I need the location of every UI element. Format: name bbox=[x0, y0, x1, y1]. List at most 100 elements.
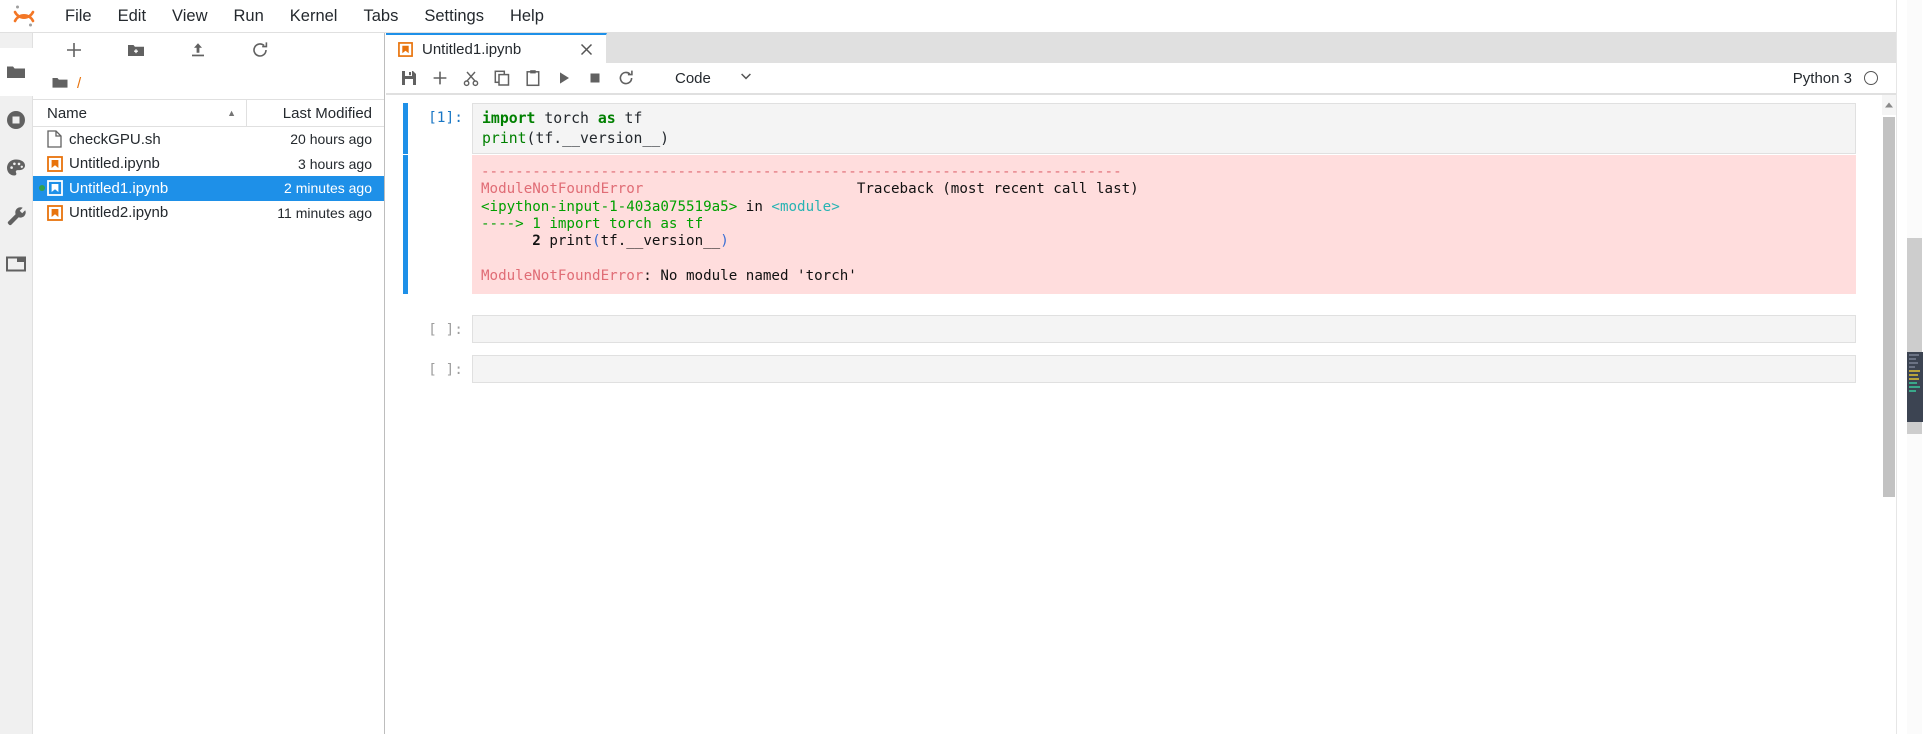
stop-button[interactable] bbox=[579, 65, 610, 92]
file-browser-panel: / Name ▲ Last Modified checkGPU.sh 20 ho… bbox=[33, 33, 385, 734]
code-editor[interactable] bbox=[472, 355, 1856, 384]
notebook-cell[interactable]: [ ]: bbox=[386, 355, 1896, 384]
sidebar-item-extensions[interactable] bbox=[0, 144, 33, 192]
cell-type-select[interactable]: Code bbox=[665, 66, 761, 91]
traceback-header: Traceback (most recent call last) bbox=[856, 181, 1139, 198]
file-modified: 20 hours ago bbox=[290, 131, 372, 148]
cell-body bbox=[472, 355, 1856, 384]
list-item-selected[interactable]: Untitled1.ipynb 2 minutes ago bbox=[33, 176, 384, 201]
file-name: Untitled2.ipynb bbox=[69, 204, 169, 222]
traceback-paren-close: ) bbox=[720, 233, 729, 250]
breadcrumb-path: / bbox=[77, 74, 82, 92]
column-header-name[interactable]: Name ▲ bbox=[33, 100, 247, 126]
sidebar-item-open-tabs[interactable] bbox=[0, 240, 33, 288]
notebook-cell[interactable]: [1]: import torch as tf print(tf.__versi… bbox=[386, 103, 1896, 154]
kernel-name-label[interactable]: Python 3 bbox=[1793, 70, 1852, 87]
scroll-up-arrow-icon[interactable] bbox=[1882, 95, 1896, 115]
cell-prompt: [ ]: bbox=[428, 322, 463, 339]
scissors-icon bbox=[463, 71, 478, 87]
upload-button[interactable] bbox=[167, 35, 229, 65]
traceback-function-print: print bbox=[549, 233, 593, 250]
sidebar-item-running[interactable] bbox=[0, 96, 33, 144]
minimap[interactable] bbox=[1907, 352, 1923, 422]
insert-cell-button[interactable] bbox=[424, 65, 455, 92]
tab-untitled1-notebook[interactable]: Untitled1.ipynb bbox=[386, 33, 607, 63]
plus-icon bbox=[67, 43, 81, 57]
menu-item-file[interactable]: File bbox=[52, 3, 105, 30]
save-icon bbox=[401, 71, 416, 85]
file-name: checkGPU.sh bbox=[69, 130, 161, 148]
notebook-cell-output-wrap: ----------------------------------------… bbox=[386, 155, 1896, 295]
list-item[interactable]: Untitled2.ipynb 11 minutes ago bbox=[33, 201, 384, 226]
menu-item-tabs[interactable]: Tabs bbox=[350, 3, 411, 30]
cell-output-body: ----------------------------------------… bbox=[472, 155, 1856, 295]
refresh-button[interactable] bbox=[229, 35, 291, 65]
refresh-icon bbox=[253, 42, 268, 57]
close-icon[interactable] bbox=[576, 39, 596, 59]
code-text: torch bbox=[535, 110, 598, 127]
traceback-separator: ----------------------------------------… bbox=[481, 164, 1122, 180]
traceback-in: in bbox=[737, 198, 772, 215]
new-folder-icon bbox=[128, 45, 144, 56]
scrollbar-thumb[interactable] bbox=[1883, 117, 1895, 497]
menu-item-kernel[interactable]: Kernel bbox=[277, 3, 351, 30]
traceback-keyword-as: as bbox=[660, 215, 678, 232]
traceback-lineno-1: 1 bbox=[532, 215, 550, 232]
restart-kernel-button[interactable] bbox=[610, 65, 641, 92]
traceback-text: torch bbox=[600, 215, 661, 232]
column-header-name-label: Name bbox=[47, 104, 88, 122]
code-editor[interactable]: import torch as tf print(tf.__version__) bbox=[472, 103, 1856, 154]
kernel-idle-circle-icon[interactable] bbox=[1864, 71, 1878, 85]
notebook-icon bbox=[47, 155, 69, 172]
code-text: tf bbox=[615, 110, 643, 127]
error-message-text: : No module named 'torch' bbox=[643, 267, 857, 284]
new-launcher-button[interactable] bbox=[43, 35, 105, 65]
code-editor[interactable] bbox=[472, 315, 1856, 344]
traceback-arg: tf.__version__ bbox=[600, 233, 721, 250]
traceback-keyword-import: import bbox=[549, 215, 601, 232]
file-name: Untitled1.ipynb bbox=[69, 179, 169, 197]
output-prompt bbox=[408, 155, 472, 294]
notebook-toolbar: Code Python 3 bbox=[386, 63, 1896, 94]
activity-bar bbox=[0, 33, 33, 734]
copy-button[interactable] bbox=[486, 65, 517, 92]
main-area: Untitled1.ipynb Code Python 3 [1]: impor… bbox=[386, 33, 1896, 734]
traceback-lineno-2: 2 bbox=[481, 233, 550, 250]
menu-item-list: File Edit View Run Kernel Tabs Settings … bbox=[52, 3, 557, 30]
column-header-last-modified[interactable]: Last Modified bbox=[247, 100, 384, 126]
notebook-vertical-scrollbar[interactable] bbox=[1882, 95, 1896, 734]
folder-icon bbox=[7, 66, 25, 78]
sidebar-item-property-inspector[interactable] bbox=[0, 192, 33, 240]
sidebar-item-file-browser[interactable] bbox=[0, 48, 33, 96]
paste-button[interactable] bbox=[517, 65, 548, 92]
menu-item-view[interactable]: View bbox=[159, 3, 220, 30]
menu-bar: File Edit View Run Kernel Tabs Settings … bbox=[0, 0, 1929, 33]
save-button[interactable] bbox=[393, 65, 424, 92]
new-folder-button[interactable] bbox=[105, 35, 167, 65]
cell-body bbox=[472, 315, 1856, 344]
activity-bar-spacer bbox=[0, 33, 32, 48]
cut-button[interactable] bbox=[455, 65, 486, 92]
list-item[interactable]: checkGPU.sh 20 hours ago bbox=[33, 127, 384, 152]
error-type: ModuleNotFoundError bbox=[481, 181, 644, 198]
notebook-scroll-region[interactable]: [1]: import torch as tf print(tf.__versi… bbox=[386, 94, 1896, 734]
error-message-type: ModuleNotFoundError bbox=[481, 267, 644, 284]
file-list: checkGPU.sh 20 hours ago Untitled.ipynb … bbox=[33, 127, 384, 734]
run-button[interactable] bbox=[548, 65, 579, 92]
menu-item-help[interactable]: Help bbox=[497, 3, 557, 30]
open-tabs-icon bbox=[6, 256, 26, 272]
notebook-icon bbox=[47, 180, 69, 197]
folder-icon bbox=[52, 78, 68, 88]
page-scrollbar[interactable] bbox=[1896, 0, 1929, 734]
list-item[interactable]: Untitled.ipynb 3 hours ago bbox=[33, 152, 384, 177]
breadcrumb[interactable]: / bbox=[33, 67, 384, 99]
notebook-cell[interactable]: [ ]: bbox=[386, 315, 1896, 344]
menu-item-settings[interactable]: Settings bbox=[411, 3, 497, 30]
cell-prompt: [ ]: bbox=[428, 362, 463, 379]
palette-icon bbox=[7, 159, 25, 176]
notebook-icon bbox=[398, 41, 413, 57]
tab-label: Untitled1.ipynb bbox=[422, 40, 522, 58]
menu-item-run[interactable]: Run bbox=[221, 3, 277, 30]
menu-item-edit[interactable]: Edit bbox=[105, 3, 159, 30]
file-modified: 3 hours ago bbox=[298, 155, 372, 172]
